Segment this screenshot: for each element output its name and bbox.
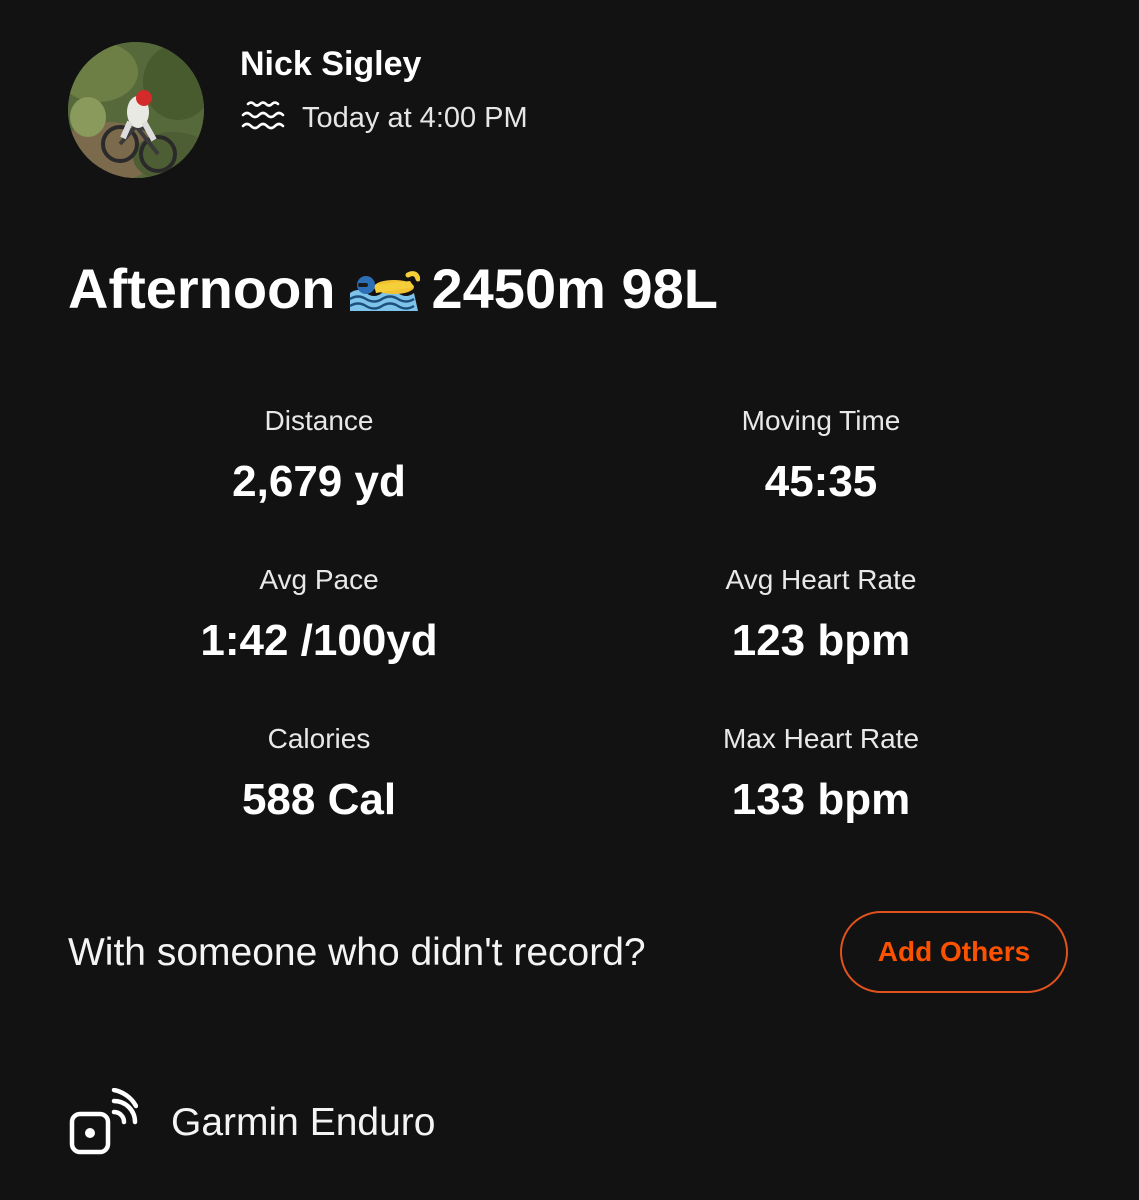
add-others-prompt: With someone who didn't record? [68, 931, 646, 974]
stat-value: 1:42 /100yd [200, 616, 438, 665]
stat-moving-time: Moving Time 45:35 [641, 404, 1001, 504]
connected-device-icon [69, 1088, 138, 1155]
stat-value: 45:35 [764, 457, 878, 506]
activity-title[interactable]: Afternoon 2450m 98L [68, 256, 718, 320]
add-others-button[interactable]: Add Others [840, 911, 1068, 993]
stat-label: Avg Pace [259, 564, 379, 595]
stat-value: 2,679 yd [232, 457, 406, 506]
activity-title-start: Afternoon [68, 256, 336, 320]
stat-calories: Calories 588 Cal [139, 722, 499, 822]
activity-timestamp: Today at 4:00 PM [302, 101, 528, 134]
water-waves-icon [241, 101, 285, 130]
stat-label: Max Heart Rate [722, 723, 920, 754]
stat-avg-pace: Avg Pace 1:42 /100yd [139, 563, 499, 663]
stat-avg-heart-rate: Avg Heart Rate 123 bpm [641, 563, 1001, 663]
swimmer-emoji [348, 271, 420, 311]
stat-value: 123 bpm [731, 616, 911, 665]
stat-label: Distance [264, 405, 374, 436]
activity-title-end: 2450m 98L [431, 256, 718, 320]
stat-label: Moving Time [741, 405, 901, 436]
stat-label: Calories [267, 723, 371, 754]
stat-value: 133 bpm [731, 775, 911, 824]
stat-max-heart-rate: Max Heart Rate 133 bpm [641, 722, 1001, 822]
stat-label: Avg Heart Rate [725, 564, 917, 595]
stat-value: 588 Cal [241, 775, 397, 824]
stat-distance: Distance 2,679 yd [139, 404, 499, 504]
activity-meta: Today at 4:00 PM [240, 98, 528, 138]
athlete-name[interactable]: Nick Sigley [240, 44, 421, 84]
device-name: Garmin Enduro [171, 1101, 436, 1144]
athlete-avatar[interactable] [68, 42, 204, 178]
device-row[interactable]: Garmin Enduro [68, 1088, 435, 1158]
cyclist-photo [68, 42, 204, 178]
